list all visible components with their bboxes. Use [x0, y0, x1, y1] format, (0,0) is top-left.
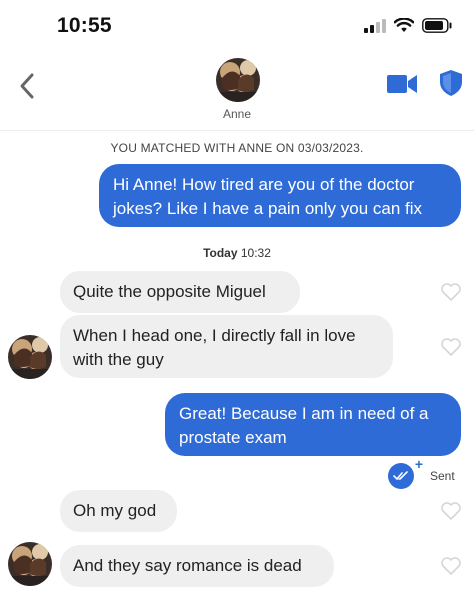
battery-icon: [422, 18, 452, 33]
video-camera-icon: [387, 75, 417, 93]
chat-header: Anne: [0, 56, 474, 131]
plus-icon: +: [414, 456, 423, 472]
video-call-button[interactable]: [386, 72, 418, 96]
back-button[interactable]: [12, 68, 42, 104]
contact-avatar-small[interactable]: [8, 335, 52, 379]
heart-outline-icon[interactable]: [440, 282, 462, 302]
chat-screen: 10:55 Anne YOU MATCHED WITH ANNE ON 03/0…: [0, 0, 474, 615]
match-note: YOU MATCHED WITH ANNE ON 03/03/2023.: [110, 141, 364, 155]
contact-avatar-small[interactable]: [8, 542, 52, 586]
message-bubble-outgoing[interactable]: Hi Anne! How tired are you of the doctor…: [99, 164, 461, 227]
timestamp: Today 10:32: [0, 246, 474, 260]
message-bubble-incoming[interactable]: Oh my god: [60, 490, 177, 532]
sent-status: + Sent: [388, 456, 455, 490]
timestamp-time: 10:32: [240, 246, 271, 260]
heart-outline-icon[interactable]: [440, 337, 462, 357]
sent-label: Sent: [430, 469, 455, 483]
message-bubble-incoming[interactable]: When I head one, I directly fall in love…: [60, 315, 393, 378]
heart-outline-icon[interactable]: [440, 556, 462, 576]
safety-button[interactable]: [439, 69, 463, 97]
heart-outline-icon[interactable]: [440, 501, 462, 521]
message-bubble-incoming[interactable]: Quite the opposite Miguel: [60, 271, 300, 313]
contact-avatar[interactable]: [216, 58, 260, 102]
status-bar: 10:55: [0, 0, 474, 56]
status-time: 10:55: [57, 14, 112, 37]
chevron-left-icon: [20, 73, 34, 99]
double-check-icon: [393, 471, 408, 480]
timestamp-day: Today: [203, 246, 238, 260]
avatar-photo: [216, 58, 260, 102]
avatar-photo: [8, 335, 52, 379]
message-bubble-outgoing[interactable]: Great! Because I am in need of a prostat…: [165, 393, 461, 456]
cellular-signal-icon: [364, 18, 386, 33]
status-icons: [364, 18, 452, 33]
contact-name[interactable]: Anne: [0, 107, 474, 121]
shield-icon: [440, 70, 462, 96]
read-receipt: +: [388, 456, 423, 489]
wifi-icon: [394, 18, 414, 32]
message-bubble-incoming[interactable]: And they say romance is dead: [60, 545, 334, 587]
avatar-photo: [8, 542, 52, 586]
